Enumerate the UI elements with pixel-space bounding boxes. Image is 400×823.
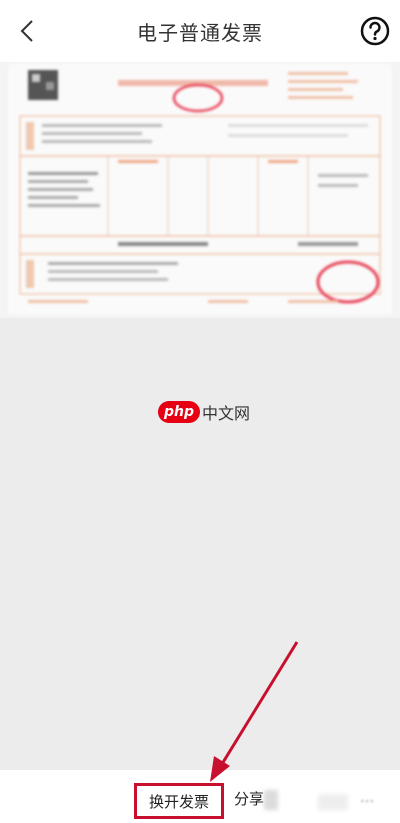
invoice-preview-area — [0, 62, 400, 318]
page-title: 电子普通发票 — [137, 20, 263, 45]
watermark-logo: php — [158, 401, 200, 423]
chevron-left-icon — [20, 20, 33, 42]
invoice-image[interactable] — [8, 64, 392, 314]
more-button[interactable]: ... — [360, 788, 374, 806]
change-invoice-button[interactable]: 换开发票 — [134, 783, 224, 819]
blurred-action — [318, 794, 348, 810]
share-button[interactable]: 分享 — [234, 788, 264, 809]
blurred-action — [264, 790, 278, 810]
back-button[interactable] — [12, 16, 42, 46]
watermark: php 中文网 — [158, 400, 250, 424]
watermark-text: 中文网 — [202, 404, 251, 423]
content-background — [0, 318, 400, 770]
help-button[interactable] — [360, 16, 390, 46]
question-circle-icon — [360, 16, 390, 46]
app-header: 电子普通发票 — [0, 0, 400, 62]
